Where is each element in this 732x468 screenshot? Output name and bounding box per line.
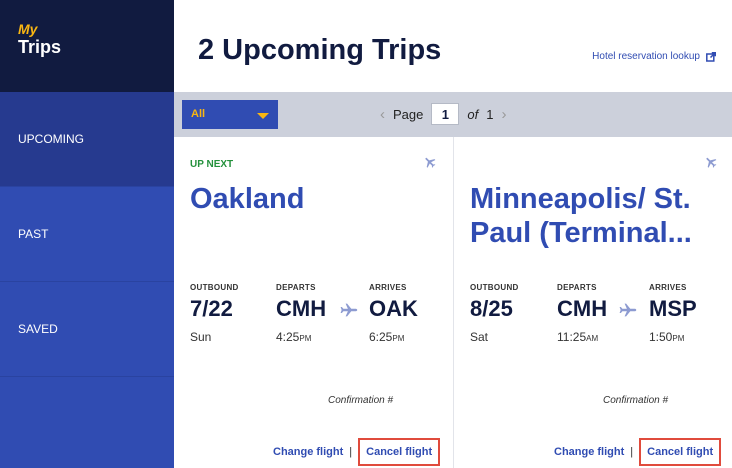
hotel-reservation-lookup-link[interactable]: Hotel reservation lookup bbox=[592, 51, 716, 62]
sidebar-item-past[interactable]: PAST bbox=[0, 187, 174, 282]
origin-airport: CMH bbox=[557, 296, 608, 321]
destination-airport: OAK bbox=[369, 296, 418, 321]
action-separator: | bbox=[349, 446, 353, 458]
confirmation-label: Confirmation # bbox=[603, 395, 669, 406]
cancel-flight-link[interactable]: Cancel flight bbox=[358, 438, 441, 466]
trips-label: Trips bbox=[18, 37, 62, 57]
cancel-flight-link[interactable]: Cancel flight bbox=[639, 438, 722, 466]
page-of-label: of bbox=[467, 106, 479, 122]
depart-time: 11:25AM bbox=[557, 330, 598, 344]
my-trips-logo: My Trips bbox=[0, 0, 174, 92]
outbound-day: Sun bbox=[190, 330, 212, 344]
outbound-label: OUTBOUND bbox=[470, 283, 519, 292]
page-number-input[interactable]: 1 bbox=[431, 103, 460, 125]
origin-airport: CMH bbox=[276, 296, 327, 321]
sidebar-item-saved[interactable]: SAVED bbox=[0, 282, 174, 377]
change-flight-link[interactable]: Change flight bbox=[554, 446, 624, 458]
airplane-icon bbox=[340, 303, 358, 317]
trip-actions: Change flight | Cancel flight bbox=[554, 438, 722, 466]
arrive-ampm: PM bbox=[392, 334, 405, 343]
depart-ampm: PM bbox=[299, 334, 312, 343]
arrive-ampm: PM bbox=[672, 334, 685, 343]
confirmation-label: Confirmation # bbox=[328, 395, 394, 406]
filter-value: All bbox=[191, 108, 206, 120]
airplane-icon bbox=[619, 303, 637, 317]
departs-label: DEPARTS bbox=[557, 283, 597, 292]
trips-toolbar: All ‹ Page 1 of 1 › bbox=[174, 92, 732, 137]
outbound-day: Sat bbox=[470, 330, 489, 344]
outbound-date: 7/22 bbox=[190, 296, 233, 321]
sidebar-item-upcoming[interactable]: UPCOMING bbox=[0, 92, 174, 187]
destination-airport: MSP bbox=[649, 296, 697, 321]
sidebar-item-label: SAVED bbox=[18, 322, 58, 336]
depart-time-value: 4:25 bbox=[276, 330, 300, 344]
chevron-right-icon[interactable]: › bbox=[501, 106, 506, 123]
change-flight-link[interactable]: Change flight bbox=[273, 446, 343, 458]
page-total: 1 bbox=[486, 106, 494, 122]
hotel-link-label: Hotel reservation lookup bbox=[592, 51, 700, 62]
pagination: ‹ Page 1 of 1 › bbox=[380, 102, 506, 126]
page-title: 2 Upcoming Trips bbox=[198, 34, 442, 66]
arrive-time-value: 1:50 bbox=[649, 330, 673, 344]
arrive-time: 1:50PM bbox=[649, 330, 684, 344]
destination-city: Oakland bbox=[190, 183, 305, 215]
arrive-time: 6:25PM bbox=[369, 330, 404, 344]
trip-card: Minneapolis/ St. Paul (Terminal... OUTBO… bbox=[455, 137, 732, 468]
sidebar-item-label: UPCOMING bbox=[18, 132, 84, 146]
sidebar-item-label: PAST bbox=[18, 227, 49, 241]
action-separator: | bbox=[630, 446, 634, 458]
destination-city: Minneapolis/ St. Paul (Terminal... bbox=[470, 183, 692, 249]
trip-filter-dropdown[interactable]: All bbox=[182, 100, 278, 129]
my-label: My bbox=[18, 21, 38, 37]
external-link-icon bbox=[706, 51, 716, 62]
airplane-icon bbox=[425, 157, 436, 168]
up-next-badge: UP NEXT bbox=[190, 159, 234, 170]
depart-time: 4:25PM bbox=[276, 330, 311, 344]
airplane-icon bbox=[706, 157, 717, 168]
trip-card: UP NEXT Oakland OUTBOUND DEPARTS ARRIVES… bbox=[174, 137, 454, 468]
chevron-down-icon bbox=[257, 113, 269, 119]
arrive-time-value: 6:25 bbox=[369, 330, 393, 344]
sidebar: My Trips UPCOMING PAST SAVED bbox=[0, 0, 174, 468]
depart-time-value: 11:25 bbox=[557, 330, 587, 344]
arrives-label: ARRIVES bbox=[649, 283, 687, 292]
outbound-date: 8/25 bbox=[470, 296, 513, 321]
trip-actions: Change flight | Cancel flight bbox=[273, 438, 441, 466]
departs-label: DEPARTS bbox=[276, 283, 316, 292]
page-header: 2 Upcoming Trips Hotel reservation looku… bbox=[174, 0, 732, 92]
arrives-label: ARRIVES bbox=[369, 283, 407, 292]
chevron-left-icon[interactable]: ‹ bbox=[380, 106, 385, 123]
page-label: Page bbox=[393, 106, 424, 122]
outbound-label: OUTBOUND bbox=[190, 283, 239, 292]
depart-ampm: AM bbox=[586, 334, 599, 343]
